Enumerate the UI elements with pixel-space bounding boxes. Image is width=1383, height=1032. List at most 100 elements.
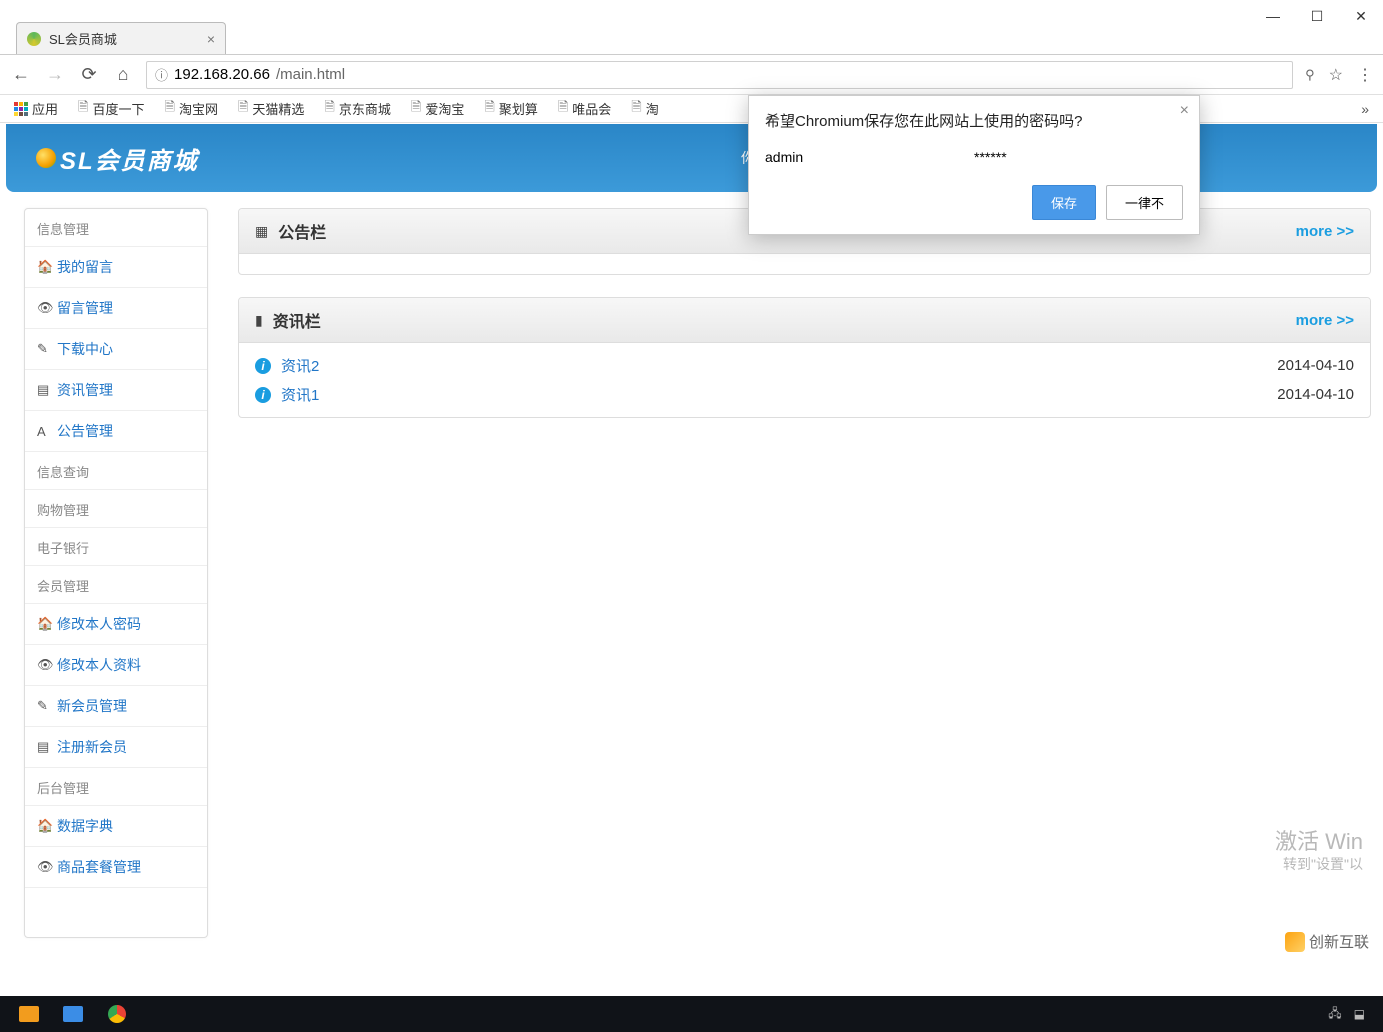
news-item-date: 2014-04-10: [1277, 386, 1354, 403]
menu-label: 资讯管理: [57, 380, 113, 400]
menu-label: 新会员管理: [57, 696, 127, 716]
file-icon: 🗎: [324, 98, 334, 120]
news-more-link[interactable]: more >>: [1296, 312, 1354, 329]
news-row: i资讯22014-04-10: [255, 351, 1354, 380]
announcement-more-link[interactable]: more >>: [1296, 223, 1354, 240]
sidebar-section-header: 信息查询: [25, 452, 207, 490]
sidebar-item[interactable]: 👁 商品套餐管理: [25, 847, 207, 888]
file-icon: 🗎: [484, 98, 494, 120]
bookmark-item[interactable]: 🗎百度一下: [78, 98, 144, 120]
info-icon: i: [255, 387, 271, 403]
bookmark-item[interactable]: 🗎淘: [631, 98, 658, 120]
bookmarks-overflow-button[interactable]: »: [1361, 101, 1369, 117]
news-row: i 资讯1 2014-04-10: [255, 380, 1354, 409]
file-icon: 🗎: [164, 98, 174, 120]
pin-icon[interactable]: ⚲: [1305, 67, 1315, 83]
news-panel: ▮ 资讯栏 more >> i资讯22014-04-10i资讯12014-04-…: [238, 297, 1371, 418]
popup-save-button[interactable]: 保存: [1032, 185, 1096, 220]
news-title: 资讯栏: [273, 308, 321, 332]
news-item-link[interactable]: 资讯2: [281, 355, 319, 376]
apps-grid-icon: [14, 102, 28, 116]
activate-windows-subtext: 转到"设置"以: [1283, 854, 1363, 874]
window-maximize-button[interactable]: ☐: [1295, 1, 1339, 31]
menu-icon: ✎: [37, 341, 51, 357]
bookmark-item[interactable]: 🗎京东商城: [324, 98, 390, 120]
popup-password-mask: ******: [974, 149, 1183, 165]
menu-icon: 👁: [37, 300, 51, 316]
browser-menu-button[interactable]: ⋮: [1357, 65, 1373, 85]
menu-icon: 🏠: [37, 616, 51, 632]
save-password-popup: × 希望Chromium保存您在此网站上使用的密码吗? admin ******…: [748, 95, 1200, 235]
app-logo: SL会员商城: [36, 141, 199, 176]
taskbar-chrome-icon[interactable]: [96, 997, 138, 1031]
menu-label: 数据字典: [57, 816, 113, 836]
sidebar-item[interactable]: ▤资讯管理: [25, 370, 207, 411]
back-button[interactable]: ←: [10, 64, 32, 85]
menu-icon: ▤: [37, 739, 51, 755]
file-icon: 🗎: [631, 98, 641, 120]
sidebar-item[interactable]: 🏠 我的留言: [25, 247, 207, 288]
menu-icon: A: [37, 424, 51, 439]
popup-message: 希望Chromium保存您在此网站上使用的密码吗?: [765, 110, 1183, 131]
corner-logo: 创新互联: [1285, 931, 1369, 952]
sidebar-item[interactable]: 🏠 修改本人密码: [25, 604, 207, 645]
menu-icon: 👁: [37, 657, 51, 673]
activate-windows-text: 激活 Win: [1275, 824, 1363, 856]
address-bar[interactable]: ⓘ 192.168.20.66/main.html: [146, 61, 1293, 89]
corner-logo-icon: [1285, 932, 1305, 952]
bookmark-item[interactable]: 🗎爱淘宝: [411, 98, 464, 120]
taskbar-vm-icon[interactable]: [8, 997, 50, 1031]
menu-label: 商品套餐管理: [57, 857, 141, 877]
sidebar-item[interactable]: 🏠数据字典: [25, 806, 207, 847]
taskbar-explorer-icon[interactable]: [52, 997, 94, 1031]
taskbar-tray: 🖧 ⬓: [1328, 1004, 1375, 1025]
bookmarks-apps-button[interactable]: 应用: [14, 99, 58, 118]
menu-icon: 👁: [37, 859, 51, 875]
menu-label: 修改本人密码: [57, 614, 141, 634]
forward-button[interactable]: →: [44, 64, 66, 85]
bookmark-item[interactable]: 🗎淘宝网: [164, 98, 217, 120]
menu-label: 我的留言: [57, 257, 113, 277]
sidebar-section-header: 信息管理: [25, 209, 207, 247]
bookmark-item[interactable]: 🗎唯品会: [558, 98, 611, 120]
sidebar: 信息管理🏠我的留言👁留言管理✎下载中心▤资讯管理A公告管理信息查询购物管理电子银…: [24, 208, 208, 938]
popup-username: admin: [765, 149, 974, 165]
tray-icon[interactable]: 🖧: [1328, 1004, 1341, 1025]
file-icon: 🗎: [78, 98, 88, 120]
menu-label: 公告管理: [57, 421, 113, 441]
sidebar-item[interactable]: ✎ 下载中心: [25, 329, 207, 370]
file-icon: 🗎: [238, 98, 248, 120]
bookmark-item[interactable]: 🗎聚划算: [484, 98, 537, 120]
bookmark-item[interactable]: 🗎天猫精选: [238, 98, 304, 120]
tab-title: SL会员商城: [49, 29, 199, 48]
menu-icon: ✎: [37, 698, 51, 714]
browser-tab-bar: SL会员商城 ×: [0, 0, 1383, 55]
menu-label: 修改本人资料: [57, 655, 141, 675]
sidebar-item[interactable]: A 公告管理: [25, 411, 207, 452]
window-minimize-button[interactable]: —: [1251, 1, 1295, 31]
sidebar-item[interactable]: 👁留言管理: [25, 288, 207, 329]
popup-close-button[interactable]: ×: [1180, 102, 1189, 120]
tray-icon[interactable]: ⬓: [1354, 1007, 1365, 1021]
window-close-button[interactable]: ✕: [1339, 1, 1383, 31]
sidebar-item[interactable]: 👁 修改本人资料: [25, 645, 207, 686]
bookmark-star-icon[interactable]: ☆: [1329, 65, 1343, 85]
home-button[interactable]: ⌂: [112, 64, 134, 85]
info-icon: i: [255, 358, 271, 374]
favicon-icon: [27, 32, 41, 46]
tab-close-button[interactable]: ×: [207, 31, 215, 47]
windows-taskbar: 🖧 ⬓: [0, 996, 1383, 1032]
url-host: 192.168.20.66: [174, 66, 270, 83]
sidebar-item[interactable]: ▤注册新会员: [25, 727, 207, 768]
file-icon: 🗎: [411, 98, 421, 120]
reload-button[interactable]: ⟳: [78, 64, 100, 85]
menu-icon: 🏠: [37, 259, 51, 275]
browser-toolbar: ← → ⟳ ⌂ ⓘ 192.168.20.66/main.html ⚲ ☆ ⋮: [0, 55, 1383, 95]
menu-label: 下载中心: [57, 339, 113, 359]
popup-never-button[interactable]: 一律不: [1106, 185, 1183, 220]
sidebar-item[interactable]: ✎ 新会员管理: [25, 686, 207, 727]
browser-tab[interactable]: SL会员商城 ×: [16, 22, 226, 54]
grid-icon: ▦: [255, 223, 268, 240]
sidebar-section-header: 购物管理: [25, 490, 207, 528]
news-item-link[interactable]: 资讯1: [281, 384, 319, 405]
